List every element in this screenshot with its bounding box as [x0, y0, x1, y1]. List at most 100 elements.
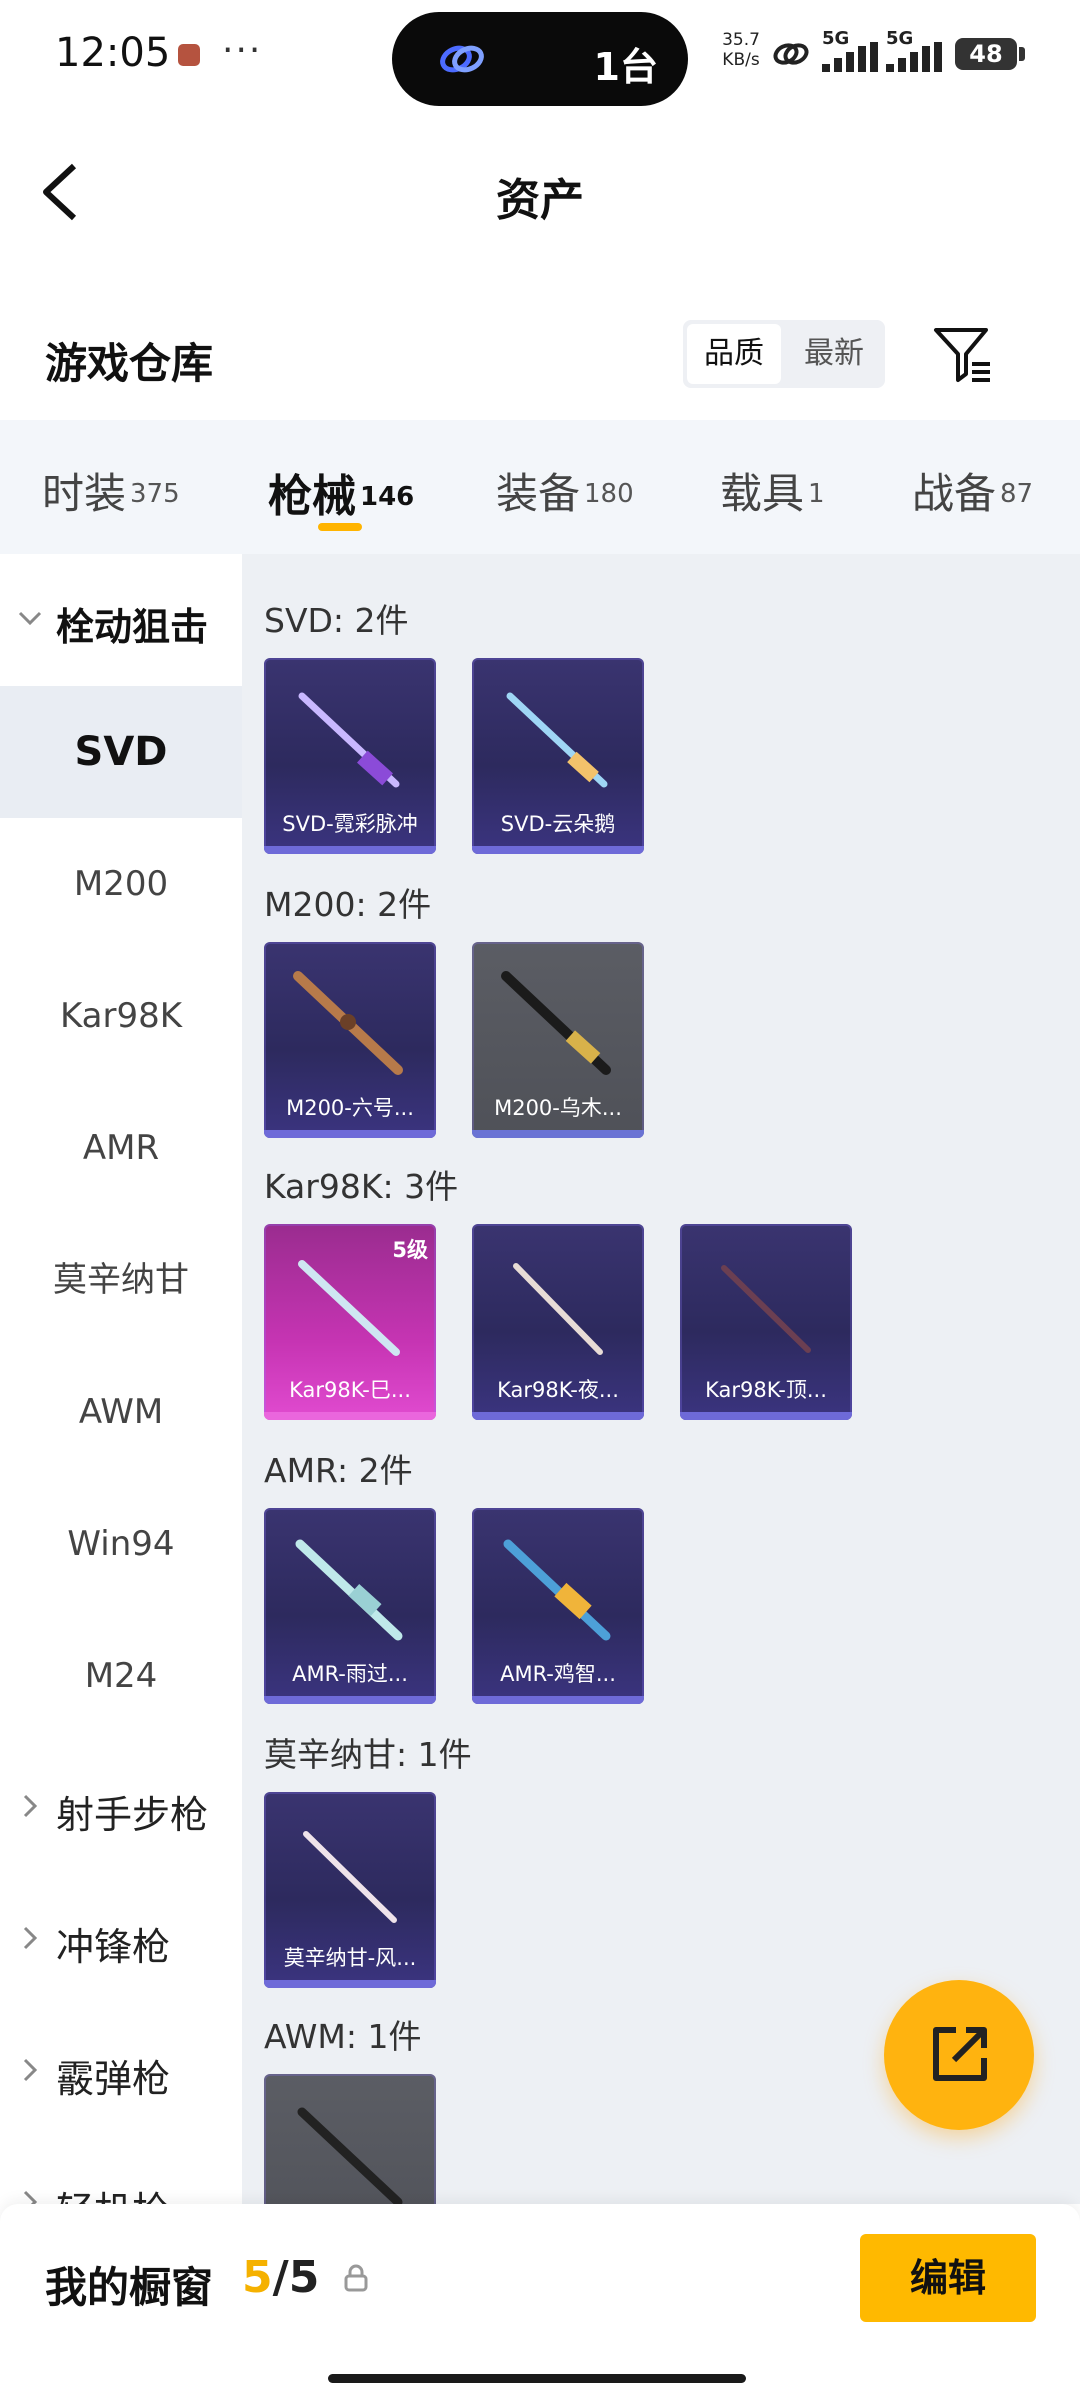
home-indicator — [328, 2374, 746, 2383]
rarity-bar — [264, 1130, 436, 1138]
rifle-icon — [298, 692, 400, 788]
weapon-card[interactable] — [264, 2074, 436, 2204]
net-speed-unit: KB/s — [722, 50, 760, 70]
weapon-card[interactable]: Kar98K-夜... — [472, 1224, 644, 1420]
sidebar-item-awm[interactable]: AWM — [0, 1346, 242, 1478]
showcase-count: 5/5 — [242, 2252, 319, 2303]
section-title-kar98k: Kar98K: 3件 — [264, 1167, 459, 1206]
rarity-bar — [680, 1412, 852, 1420]
sidebar-group-marksman-rifle[interactable]: 射手步枪 — [0, 1742, 242, 1874]
chevron-right-icon — [23, 2190, 38, 2204]
chevron-down-icon — [18, 611, 42, 626]
weapon-name: Kar98K-夜... — [497, 1378, 619, 1402]
more-notifications-icon: ··· — [222, 30, 263, 71]
rarity-bar — [264, 846, 436, 854]
sidebar: 栓动狙击 SVD M200 Kar98K AMR 莫辛纳甘 AWM Win94 … — [0, 554, 242, 2204]
rarity-bar — [472, 1412, 644, 1420]
sort-toggle: 品质 最新 — [683, 320, 885, 388]
weapon-card[interactable]: 5级 Kar98K-巳... — [264, 1224, 436, 1420]
notification-app-icon — [178, 44, 200, 66]
dynamic-island[interactable]: 1台 — [392, 12, 688, 106]
sidebar-group-smg[interactable]: 冲锋枪 — [0, 1874, 242, 2006]
net-speed: 35.7 KB/s — [720, 30, 762, 70]
status-time: 12:05 — [55, 30, 171, 76]
sidebar-item-amr[interactable]: AMR — [0, 1082, 242, 1214]
sidebar-item-m200[interactable]: M200 — [0, 818, 242, 950]
signal-icon — [822, 42, 878, 72]
sidebar-item-win94[interactable]: Win94 — [0, 1478, 242, 1610]
showcase-label: 我的橱窗 — [45, 2263, 214, 2312]
sidebar-group-lmg[interactable]: 轻机枪 — [0, 2138, 242, 2204]
weapon-name: SVD-云朵鹅 — [500, 812, 616, 836]
link-icon — [440, 45, 484, 73]
island-text: 1台 — [593, 45, 658, 89]
tab-equipment[interactable]: 装备 180 — [496, 460, 634, 521]
edit-button[interactable]: 编辑 — [860, 2234, 1036, 2322]
status-bar: 12:05 ··· 1台 35.7 KB/s 5G 5G 48 — [0, 0, 1080, 110]
sidebar-item-svd[interactable]: SVD — [0, 686, 242, 818]
sidebar-item-mosin-nagant[interactable]: 莫辛纳甘 — [0, 1214, 242, 1346]
sidebar-group-shotgun[interactable]: 霰弹枪 — [0, 2006, 242, 2138]
sidebar-group-label: 霰弹枪 — [56, 2057, 171, 2101]
weapon-card[interactable]: SVD-霓彩脉冲 — [264, 658, 436, 854]
warehouse-title: 游戏仓库 — [45, 339, 214, 388]
weapon-card[interactable]: SVD-云朵鹅 — [472, 658, 644, 854]
category-tabs: 时装 375 枪械 146 装备 180 载具 1 战备 87 — [0, 420, 1080, 554]
weapon-name: AMR-鸡智... — [500, 1662, 616, 1686]
weapon-name: Kar98K-巳... — [289, 1378, 411, 1402]
external-link-icon — [933, 2027, 987, 2081]
section-title-awm: AWM: 1件 — [264, 2017, 422, 2056]
share-button[interactable] — [884, 1980, 1034, 2130]
weapon-card[interactable]: 莫辛纳甘-风... — [264, 1792, 436, 1988]
weapon-name: M200-乌木... — [494, 1096, 622, 1120]
sidebar-group-label: 射手步枪 — [56, 1793, 209, 1837]
page: { "status_bar": { "time": "12:05", "more… — [0, 0, 1080, 2400]
tab-count: 375 — [130, 478, 180, 509]
weapon-name: 莫辛纳甘-风... — [283, 1946, 417, 1970]
showcase-total: /5 — [272, 2252, 320, 2303]
rifle-icon — [503, 1539, 611, 1641]
tab-weapons[interactable]: 枪械 146 — [268, 460, 414, 524]
weapon-card[interactable]: M200-六号... — [264, 942, 436, 1138]
lock-icon — [344, 2264, 368, 2292]
weapon-card[interactable]: AMR-鸡智... — [472, 1508, 644, 1704]
rarity-bar — [264, 1696, 436, 1704]
hd-link-icon — [773, 43, 809, 65]
tab-label: 枪械 — [268, 471, 356, 522]
rifle-icon — [298, 1260, 400, 1356]
tab-label: 战备 — [912, 469, 997, 518]
rifle-icon — [297, 2107, 403, 2204]
tab-label: 时装 — [42, 469, 127, 518]
sort-by-newest-button[interactable]: 最新 — [787, 324, 881, 384]
weapon-card[interactable]: M200-乌木... — [472, 942, 644, 1138]
rarity-bar — [472, 1130, 644, 1138]
rarity-bar — [472, 846, 644, 854]
weapon-name: AMR-雨过... — [292, 1662, 408, 1686]
weapon-list: SVD: 2件 SVD-霓彩脉冲 SVD-云朵鹅 M200: 2件 M200-六… — [242, 554, 1080, 2204]
tab-vehicles[interactable]: 载具 1 — [720, 460, 825, 521]
tab-count: 87 — [1000, 478, 1034, 509]
tab-count: 180 — [584, 478, 634, 509]
sidebar-item-kar98k[interactable]: Kar98K — [0, 950, 242, 1082]
section-title-m200: M200: 2件 — [264, 885, 432, 924]
tab-supplies[interactable]: 战备 87 — [912, 460, 1033, 521]
weapon-card[interactable]: Kar98K-顶... — [680, 1224, 852, 1420]
rifle-icon — [721, 1265, 811, 1353]
section-title-mosin-nagant: 莫辛纳甘: 1件 — [264, 1735, 472, 1774]
weapon-name: Kar98K-顶... — [705, 1378, 827, 1402]
net-speed-value: 35.7 — [722, 30, 760, 50]
filter-icon[interactable] — [930, 322, 994, 386]
sidebar-group-label: 冲锋枪 — [56, 1925, 171, 1969]
sidebar-group-label: 轻机枪 — [56, 2180, 170, 2204]
sort-by-quality-button[interactable]: 品质 — [687, 324, 781, 384]
header: 资产 — [0, 130, 1080, 250]
rifle-icon — [293, 971, 403, 1075]
tab-count: 1 — [808, 478, 825, 509]
sidebar-group-bolt-sniper[interactable]: 栓动狙击 — [0, 554, 242, 686]
tab-label: 载具 — [720, 469, 805, 518]
weapon-card[interactable]: AMR-雨过... — [264, 1508, 436, 1704]
sidebar-item-m24[interactable]: M24 — [0, 1610, 242, 1742]
tab-fashion[interactable]: 时装 375 — [42, 460, 180, 521]
bottom-bar: 我的橱窗 5/5 编辑 — [0, 2204, 1080, 2400]
section-title-svd: SVD: 2件 — [264, 601, 409, 640]
